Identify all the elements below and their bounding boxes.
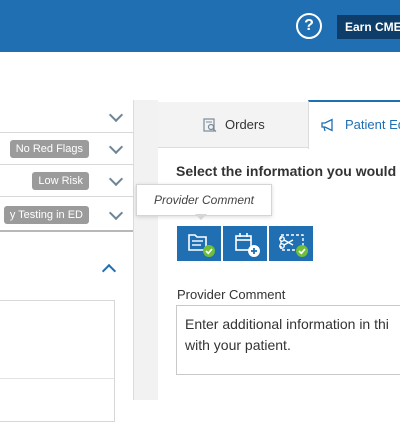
tooltip: Provider Comment <box>136 184 272 216</box>
status-badge: No Red Flags <box>9 140 89 158</box>
megaphone-icon <box>321 118 333 132</box>
tab-orders[interactable]: Orders <box>158 102 308 148</box>
tab-patient-education[interactable]: Patient Ed <box>308 100 400 149</box>
chevron-down-icon[interactable] <box>108 139 124 155</box>
provider-comment-label: Provider Comment <box>177 287 286 302</box>
orders-icon <box>203 118 217 132</box>
panel-divider <box>133 100 158 400</box>
folder-check-icon <box>188 234 215 257</box>
chevron-down-icon[interactable] <box>108 171 124 187</box>
help-icon[interactable]: ? <box>296 13 322 39</box>
provider-comment-button[interactable] <box>177 226 221 261</box>
risk-row-low-risk[interactable]: Low Risk <box>0 166 133 197</box>
section-heading: Select the information you would li <box>176 163 400 179</box>
risk-row-0[interactable] <box>0 102 133 133</box>
divider <box>0 378 114 379</box>
status-badge: Low Risk <box>32 172 89 190</box>
chevron-down-icon[interactable] <box>108 107 124 123</box>
top-bar: ? Earn CME <box>0 0 400 52</box>
scissors-check-icon <box>279 234 308 257</box>
risk-row-red-flags[interactable]: No Red Flags <box>0 134 133 165</box>
provider-comment-field[interactable]: Enter additional information in thi with… <box>176 305 400 375</box>
risk-row-testing[interactable]: y Testing in ED <box>0 200 133 232</box>
tab-orders-label: Orders <box>225 117 265 132</box>
calendar-plus-icon <box>235 233 260 257</box>
tooltip-arrow <box>195 214 207 220</box>
earn-cme-button[interactable]: Earn CME <box>337 15 400 39</box>
tab-patient-label: Patient Ed <box>345 117 400 132</box>
scissors-check-button[interactable] <box>269 226 313 261</box>
calendar-add-button[interactable] <box>223 226 267 261</box>
status-badge: y Testing in ED <box>3 206 89 224</box>
left-content-box <box>0 300 115 422</box>
chevron-down-icon[interactable] <box>108 205 124 221</box>
